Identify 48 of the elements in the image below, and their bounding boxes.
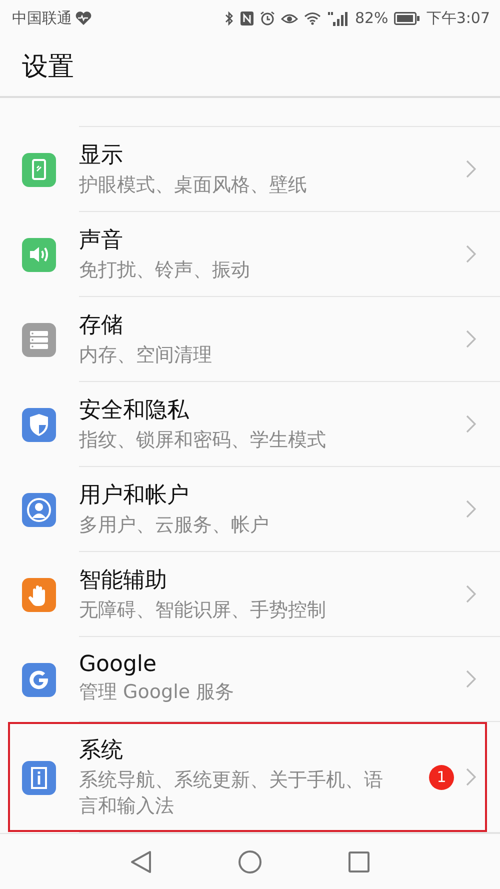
clock-time: 下午3:07 xyxy=(426,8,490,28)
settings-row[interactable]: 智能辅助 无障碍、智能识屏、手势控制 xyxy=(0,552,500,637)
item-title: 声音 xyxy=(79,226,124,255)
battery-icon xyxy=(394,12,420,24)
battery-percent: 82% xyxy=(354,9,388,27)
chevron-right-icon xyxy=(466,245,476,263)
recents-icon[interactable] xyxy=(348,850,370,872)
wifi-icon xyxy=(304,12,321,24)
settings-row[interactable]: 用户和帐户 多用户、云服务、帐户 xyxy=(0,467,500,552)
signal-icon xyxy=(326,10,349,26)
eye-icon xyxy=(280,12,298,24)
back-icon[interactable] xyxy=(130,850,152,874)
item-title: 显示 xyxy=(79,142,124,170)
item-title: 系统 xyxy=(79,736,124,765)
bluetooth-icon xyxy=(224,10,234,26)
item-subtitle: 护眼模式、桌面风格、壁纸 xyxy=(79,172,308,198)
chevron-right-icon xyxy=(466,768,476,786)
item-subtitle: 系统导航、系统更新、关于手机、语言和输入法 xyxy=(79,768,384,818)
item-subtitle: 管理 Google 服务 xyxy=(79,680,236,706)
item-subtitle: 免打扰、铃声、振动 xyxy=(79,258,251,283)
chevron-right-icon xyxy=(466,415,476,433)
item-subtitle: 无障碍、智能识屏、手势控制 xyxy=(79,598,327,623)
nfc-icon xyxy=(240,10,254,26)
settings-row[interactable]: 声音 免打扰、铃声、振动 xyxy=(0,212,500,297)
settings-row[interactable]: 安全和隐私 指纹、锁屏和密码、学生模式 xyxy=(0,382,500,467)
item-title: 智能辅助 xyxy=(79,566,168,595)
item-subtitle: 多用户、云服务、帐户 xyxy=(79,512,270,538)
settings-row[interactable]: 系统 系统导航、系统更新、关于手机、语言和输入法 1 xyxy=(0,722,500,833)
notification-badge: 1 xyxy=(429,764,454,790)
alarm-icon xyxy=(260,10,275,26)
chevron-right-icon xyxy=(466,330,476,348)
item-title: 用户和帐户 xyxy=(79,482,190,510)
home-icon[interactable] xyxy=(238,850,262,874)
item-title: 安全和隐私 xyxy=(79,396,190,425)
settings-row[interactable]: 存储 内存、空间清理 xyxy=(0,297,500,382)
item-subtitle: 指纹、锁屏和密码、学生模式 xyxy=(79,428,327,453)
settings-row[interactable]: 显示 护眼模式、桌面风格、壁纸 xyxy=(0,127,500,212)
item-title: 存储 xyxy=(79,312,124,340)
page-title: 设置 xyxy=(22,50,74,84)
chevron-right-icon xyxy=(466,160,476,178)
chevron-right-icon xyxy=(466,670,476,688)
chevron-right-icon xyxy=(466,585,476,603)
carrier-name: 中国联通 xyxy=(12,8,72,28)
chevron-right-icon xyxy=(466,500,476,518)
item-title: Google xyxy=(79,652,158,678)
item-subtitle: 内存、空间清理 xyxy=(79,342,213,368)
heart-icon xyxy=(75,10,92,26)
settings-row[interactable]: Google 管理 Google 服务 xyxy=(0,637,500,722)
